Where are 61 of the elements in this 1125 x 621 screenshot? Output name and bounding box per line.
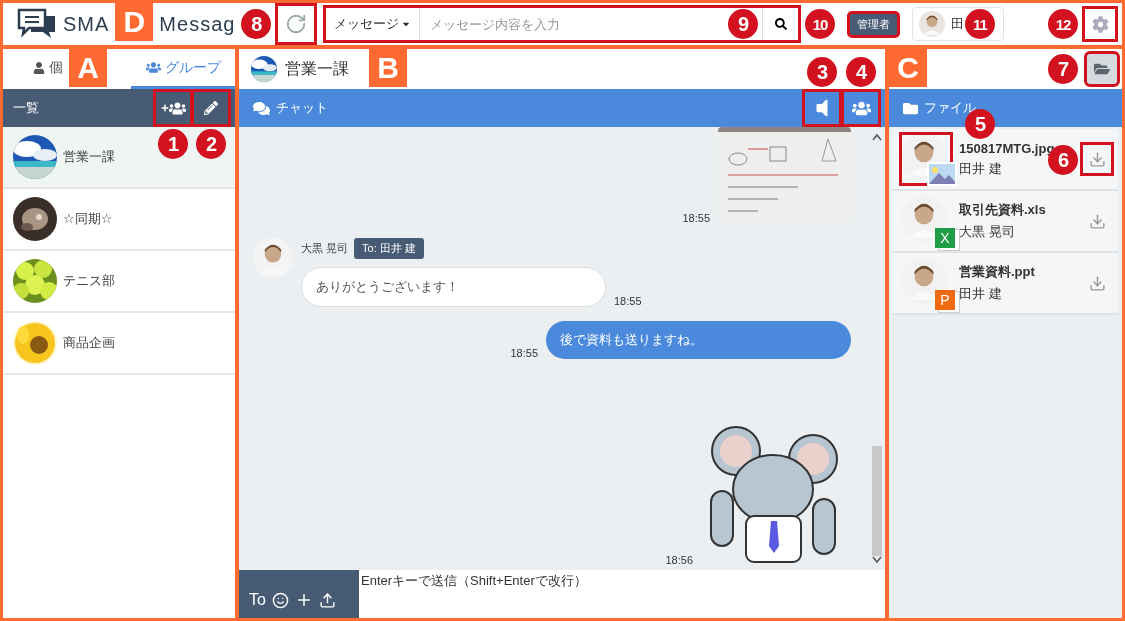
settings-button[interactable]: [1084, 8, 1116, 40]
refresh-icon: [285, 13, 308, 35]
logo-text: Messag: [159, 12, 236, 36]
search-bar[interactable]: メッセージ メッセージ内容を入力 9: [325, 7, 799, 41]
chat-tab-title: チャット: [253, 99, 801, 117]
refresh-button[interactable]: [277, 5, 316, 43]
mention-badge: To: 田井 建: [354, 238, 424, 259]
person-icon: [33, 61, 45, 74]
callout-marker: 3: [807, 57, 837, 87]
section-label: C: [889, 49, 927, 87]
file-name: 取引先資料.xls: [959, 201, 1046, 219]
scrollbar-thumb[interactable]: [872, 446, 882, 556]
scroll-up-icon[interactable]: [872, 133, 882, 141]
logo-icon: [17, 8, 57, 40]
image-file-icon: [927, 162, 957, 186]
callout-marker: 8: [241, 9, 272, 39]
callout-marker: 7: [1048, 54, 1078, 84]
uploader-name: 田井 建: [959, 285, 1002, 303]
scroll-down-icon[interactable]: [872, 556, 882, 564]
user-menu[interactable]: 田 11: [912, 7, 1004, 41]
role-badge: 管理者: [849, 12, 898, 36]
folder-button[interactable]: [1086, 53, 1118, 85]
callout-marker: 11: [965, 9, 995, 39]
section-label: D: [115, 3, 154, 41]
chat-title: 営業一課: [285, 58, 349, 79]
logo-text: SMA: [63, 12, 110, 36]
section-label: A: [69, 49, 107, 87]
mention-button[interactable]: To: [249, 591, 266, 609]
download-icon: [1088, 212, 1106, 230]
download-button[interactable]: [1082, 144, 1112, 174]
message-time: 18:55: [510, 347, 538, 359]
uploader-name: 田井 建: [959, 159, 1002, 178]
callout-marker: 10: [805, 9, 835, 39]
avatar-icon: [919, 11, 945, 37]
file-name: 150817MTG.jpg: [959, 140, 1055, 156]
message-bubble: 後で資料も送りますね。: [546, 321, 851, 359]
search-icon: [774, 18, 787, 30]
upload-button[interactable]: [318, 591, 336, 609]
avatar-icon: [253, 238, 293, 278]
download-icon: [1088, 150, 1106, 168]
message-bubble: ありがとうございます！: [301, 267, 606, 307]
file-list-item[interactable]: P 営業資料.ppt 田井 建: [893, 253, 1118, 315]
list-title: 一覧: [13, 99, 40, 117]
file-list-item[interactable]: X 取引先資料.xls 大黒 晃司: [893, 191, 1118, 253]
message-time: 18:56: [665, 554, 693, 566]
callout-marker: 12: [1048, 9, 1078, 39]
folder-icon: [903, 100, 918, 116]
chat-icon: [253, 99, 270, 117]
pencil-icon: [204, 101, 218, 115]
section-label: B: [369, 49, 407, 87]
callout-marker: 4: [846, 57, 876, 87]
message-time: 18:55: [614, 295, 642, 307]
emoji-button[interactable]: [271, 591, 289, 609]
message-time: 18:55: [682, 212, 710, 224]
folder-icon: [1094, 61, 1110, 77]
settings-icon: [1091, 15, 1109, 33]
group-icon: [145, 60, 161, 75]
uploader-name: 大黒 晃司: [959, 223, 1015, 241]
file-name: 営業資料.ppt: [959, 263, 1035, 281]
sender-name: 大黒 晃司: [301, 241, 349, 256]
download-icon: [1088, 274, 1106, 292]
